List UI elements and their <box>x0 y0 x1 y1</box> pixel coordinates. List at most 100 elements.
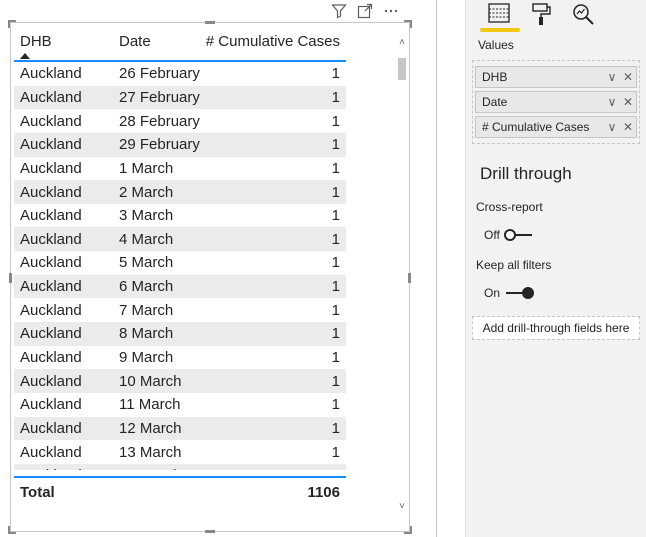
field-name: DHB <box>482 70 508 84</box>
values-well[interactable]: DHB ∨ ✕ Date ∨ ✕ # Cumulative Cases ∨ ✕ <box>472 60 640 144</box>
cell-date: 4 March <box>119 230 174 248</box>
cell-dhb: Auckland <box>14 467 113 470</box>
table-row[interactable]: Auckland 26 February 1 <box>14 62 346 86</box>
field-well-dhb[interactable]: DHB ∨ ✕ <box>475 66 637 88</box>
cell-cumulative-cases: 1 <box>331 396 340 414</box>
table-row[interactable]: Auckland 27 February 1 <box>14 85 346 110</box>
cell-date: 6 March <box>119 278 174 296</box>
cell-date: 9 March <box>119 349 174 366</box>
chevron-down-icon[interactable]: ∨ <box>604 120 620 134</box>
table-row[interactable]: Auckland 5 March 1 <box>14 251 346 275</box>
table-rows: Auckland 26 February 1 Auckland 27 February 1… <box>14 62 346 470</box>
cross-report-toggle-row: Off <box>466 228 646 242</box>
paint-roller-icon <box>532 3 551 25</box>
cell-date: 7 March <box>119 301 174 319</box>
pane-tabs <box>466 0 646 32</box>
sort-ascending-icon <box>20 53 30 59</box>
column-header-dhb[interactable]: DHB <box>14 33 113 50</box>
values-label: Values <box>478 38 514 52</box>
cell-dhb: Auckland <box>20 372 82 390</box>
table-row[interactable]: Auckland 3 March 1 <box>14 204 346 228</box>
cell-dhb: Auckland <box>20 396 82 414</box>
cell-dhb: Auckland <box>20 278 82 296</box>
cell-cumulative-cases: 1 <box>331 136 340 154</box>
total-value: 1106 <box>307 483 340 501</box>
data-table: DHB Date # Cumulative Cases Auckland 26 F… <box>14 28 346 470</box>
keep-filters-label: Keep all filters <box>476 258 552 272</box>
scroll-thumb[interactable] <box>398 58 406 80</box>
table-row[interactable]: Auckland 2 March 1 <box>14 180 346 204</box>
table-scrollbar[interactable]: ˄ ˅ <box>396 36 408 512</box>
cell-dhb: Auckland <box>20 349 82 366</box>
field-name: # Cumulative Cases <box>482 120 590 134</box>
close-icon[interactable]: ✕ <box>620 70 636 84</box>
cell-cumulative-cases: 1 <box>331 254 340 272</box>
cell-cumulative-cases: 1 <box>331 207 340 225</box>
chevron-down-icon[interactable]: ∨ <box>604 70 620 84</box>
cell-date: 28 February <box>119 112 200 130</box>
scroll-down-icon[interactable]: ˅ <box>396 500 408 512</box>
cell-dhb: Auckland <box>20 301 82 319</box>
table-row[interactable]: Auckland 4 March 1 <box>14 227 346 252</box>
table-row[interactable]: Auckland 6 March 1 <box>14 274 346 299</box>
cell-date: 1 March <box>119 159 174 177</box>
table-row[interactable]: Auckland 28 February 1 <box>14 109 346 133</box>
cross-report-state: Off <box>484 228 500 242</box>
analytics-magnifier-icon <box>573 4 594 25</box>
chevron-down-icon[interactable]: ∨ <box>604 95 620 109</box>
format-tab[interactable] <box>526 2 556 30</box>
total-label: Total <box>20 483 55 501</box>
table-row[interactable]: Auckland 8 March 1 <box>14 322 346 346</box>
table-row[interactable]: Auckland 12 March 1 <box>14 416 346 441</box>
scroll-up-icon[interactable]: ˄ <box>396 36 408 48</box>
field-well-date[interactable]: Date ∨ ✕ <box>475 91 637 113</box>
analytics-tab[interactable] <box>568 2 598 30</box>
cell-date: 14 March <box>113 467 201 470</box>
cell-date: 3 March <box>119 207 174 225</box>
cell-dhb: Auckland <box>20 230 82 248</box>
keep-filters-toggle[interactable] <box>504 286 535 300</box>
cell-date: 10 March <box>119 372 182 390</box>
cell-cumulative-cases: 1 <box>331 230 340 248</box>
cell-dhb: Auckland <box>20 207 82 225</box>
cell-cumulative-cases: 1 <box>331 278 340 296</box>
cell-cumulative-cases: 1 <box>331 301 340 319</box>
cell-dhb: Auckland <box>20 419 82 437</box>
cell-dhb: Auckland <box>20 183 82 201</box>
cell-cumulative-cases: 1 <box>331 325 340 343</box>
close-icon[interactable]: ✕ <box>620 120 636 134</box>
table-row[interactable]: Auckland 13 March 1 <box>14 440 346 464</box>
cell-cumulative-cases: 1 <box>331 88 340 106</box>
cell-cumulative-cases: 1 <box>331 112 340 130</box>
table-row[interactable]: Auckland 10 March 1 <box>14 369 346 393</box>
cell-date: 5 March <box>119 254 174 272</box>
table-row[interactable]: Auckland 1 March 1 <box>14 157 346 181</box>
drill-through-drop-zone[interactable]: Add drill-through fields here <box>472 316 640 340</box>
cell-cumulative-cases: 1 <box>331 159 340 177</box>
cell-dhb: Auckland <box>20 325 82 343</box>
table-row[interactable]: Auckland 7 March 1 <box>14 298 346 322</box>
drill-through-title: Drill through <box>480 164 572 183</box>
keep-filters-toggle-row: On <box>466 286 646 300</box>
column-header-cumulative-cases[interactable]: # Cumulative Cases <box>201 33 346 50</box>
table-row[interactable]: Auckland 9 March 1 <box>14 346 346 370</box>
drill-drop-label: Add drill-through fields here <box>482 321 630 335</box>
close-icon[interactable]: ✕ <box>620 95 636 109</box>
cell-date: 29 February <box>119 136 200 154</box>
table-row[interactable]: Auckland14 March1 <box>14 463 346 470</box>
table-row[interactable]: Auckland 11 March 1 <box>14 393 346 417</box>
cell-date: 12 March <box>119 419 182 437</box>
cross-report-toggle[interactable] <box>503 228 534 242</box>
cell-date: 27 February <box>119 88 200 106</box>
cell-dhb: Auckland <box>20 112 82 130</box>
cell-date: 26 February <box>119 65 200 83</box>
cell-dhb: Auckland <box>20 159 82 177</box>
column-header-date[interactable]: Date <box>113 33 201 50</box>
keep-filters-state: On <box>484 286 501 300</box>
fields-tab[interactable] <box>480 2 520 32</box>
cell-cumulative-cases: 1 <box>331 372 340 390</box>
cell-dhb: Auckland <box>20 136 82 154</box>
table-row[interactable]: Auckland 29 February 1 <box>14 132 346 157</box>
field-well-cumulative-cases[interactable]: # Cumulative Cases ∨ ✕ <box>475 116 637 138</box>
cell-date: 8 March <box>119 325 174 343</box>
